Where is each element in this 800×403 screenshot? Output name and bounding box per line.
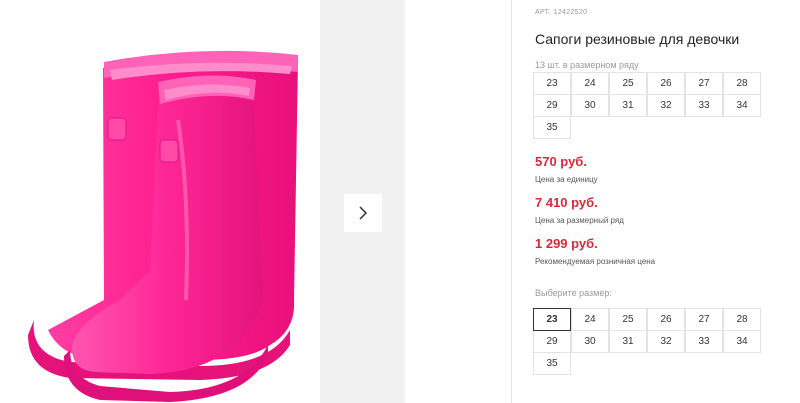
size-option[interactable]: 32 [647, 330, 685, 353]
article-number: АРТ. 12422520 [535, 9, 590, 16]
size-row-item: 35 [533, 116, 571, 139]
retail-price-label: Рекомендуемая розничная цена [535, 257, 656, 266]
size-option[interactable]: 34 [723, 330, 761, 353]
size-row-item: 33 [685, 94, 723, 117]
size-option[interactable]: 28 [723, 308, 761, 331]
size-select-label: Выберите размер: [535, 288, 612, 298]
size-option[interactable]: 33 [685, 330, 723, 353]
product-image[interactable] [0, 0, 320, 403]
size-select-grid: 23 24 25 26 27 28 29 30 31 32 33 34 35 [533, 308, 761, 375]
size-row-note: 13 шт. в размерном ряду [535, 60, 639, 70]
size-row-item: 25 [609, 72, 647, 95]
size-row-item: 28 [723, 72, 761, 95]
size-row-item: 24 [571, 72, 609, 95]
article-label: АРТ. [535, 9, 551, 16]
product-title: Сапоги резиновые для девочки [535, 31, 740, 47]
divider [511, 0, 512, 403]
size-option[interactable]: 23 [533, 308, 571, 331]
size-option[interactable]: 35 [533, 352, 571, 375]
size-row-item: 31 [609, 94, 647, 117]
chevron-right-icon [359, 206, 368, 220]
row-price-label: Цена за размерный ряд [535, 216, 624, 225]
size-row-item: 29 [533, 94, 571, 117]
next-image-button[interactable] [344, 194, 382, 232]
size-row-item: 27 [685, 72, 723, 95]
size-row-item: 26 [647, 72, 685, 95]
size-row-item: 34 [723, 94, 761, 117]
unit-price-label: Цена за единицу [535, 175, 598, 184]
size-row-grid: 23 24 25 26 27 28 29 30 31 32 33 34 35 [533, 72, 761, 139]
size-option[interactable]: 27 [685, 308, 723, 331]
size-row-item: 30 [571, 94, 609, 117]
retail-price: 1 299 руб. [535, 236, 598, 251]
size-option[interactable]: 24 [571, 308, 609, 331]
size-row-item: 23 [533, 72, 571, 95]
unit-price: 570 руб. [535, 154, 587, 169]
size-option[interactable]: 30 [571, 330, 609, 353]
size-option[interactable]: 26 [647, 308, 685, 331]
product-image-area [0, 0, 320, 403]
size-row-item: 32 [647, 94, 685, 117]
size-option[interactable]: 25 [609, 308, 647, 331]
row-price: 7 410 руб. [535, 195, 598, 210]
article-value: 12422520 [553, 9, 588, 16]
size-option[interactable]: 31 [609, 330, 647, 353]
size-option[interactable]: 29 [533, 330, 571, 353]
